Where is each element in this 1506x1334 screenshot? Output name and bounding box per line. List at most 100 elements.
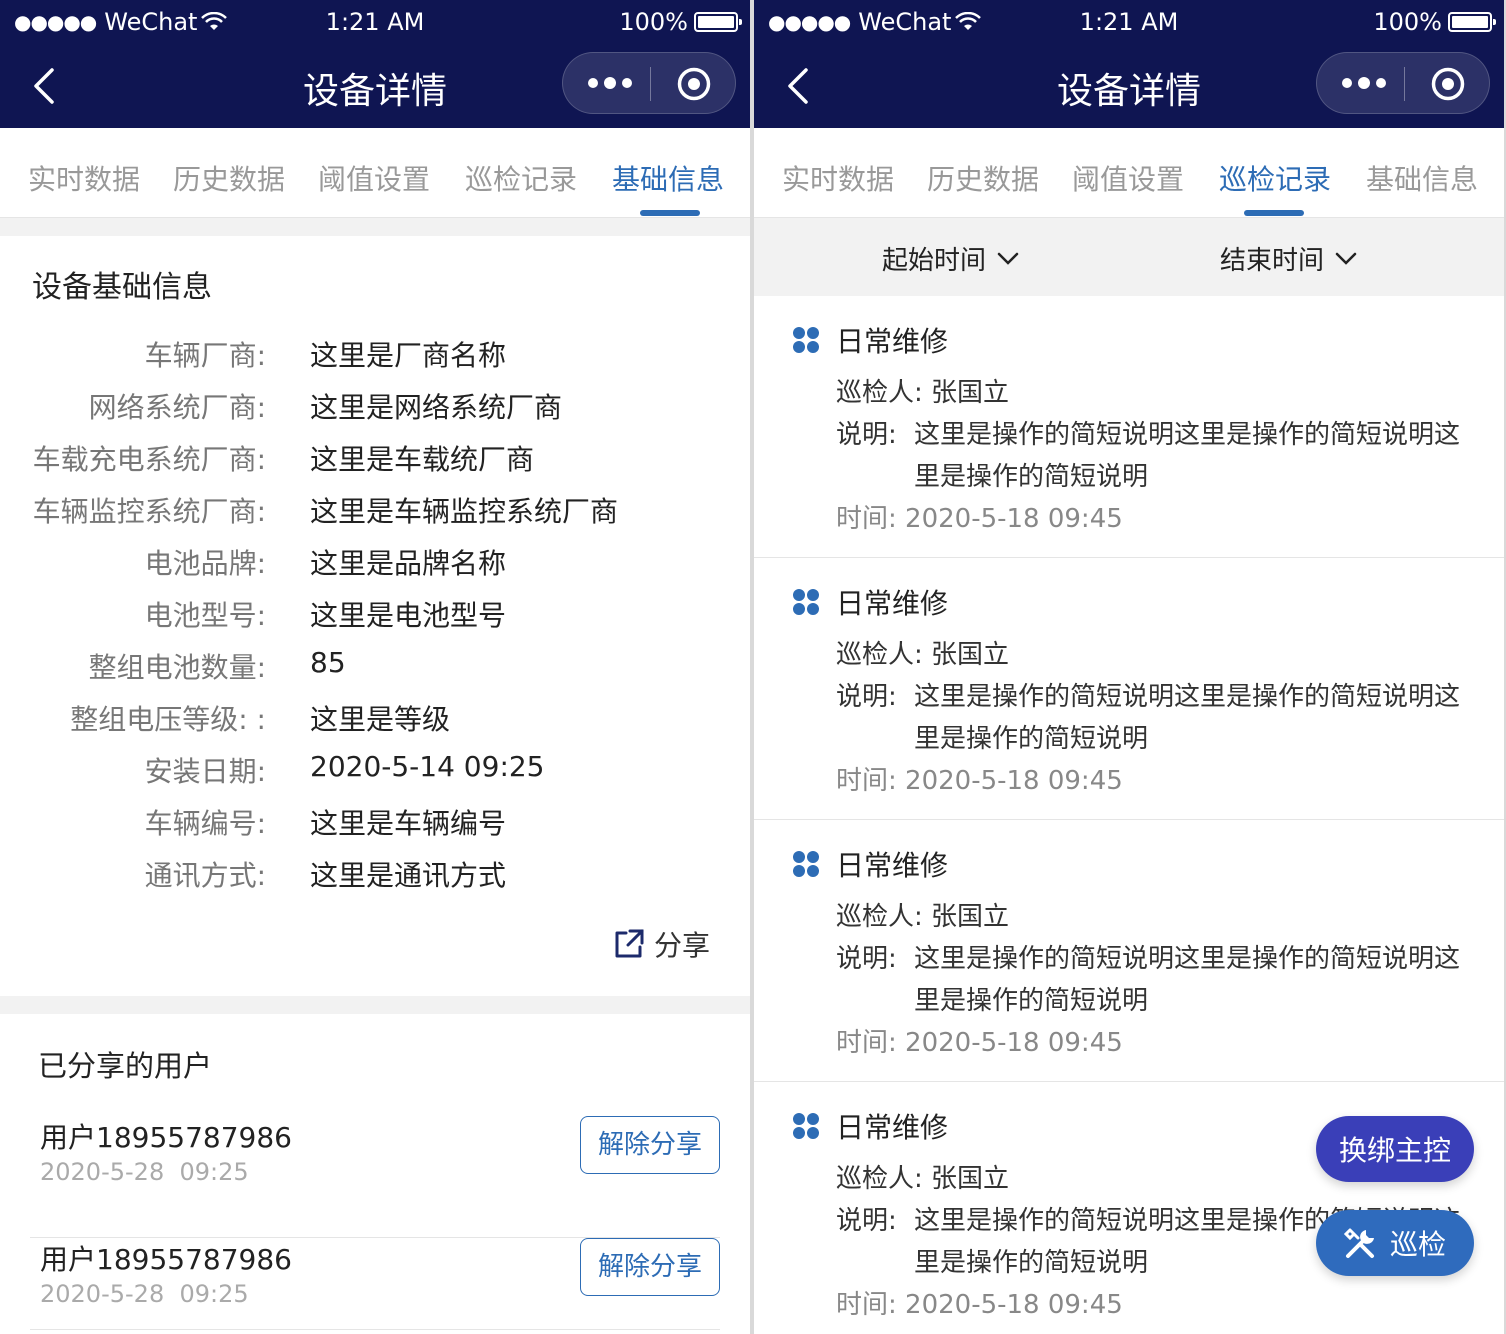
rebind-label: 换绑主控: [1338, 1134, 1451, 1167]
record-inspector: 巡检人: 张国立: [836, 378, 1010, 408]
info-label: 车辆编号:: [144, 807, 266, 840]
status-bar: ●●●●● WeChat 1:21 AM 100%: [754, 0, 1504, 44]
record-desc-label: 说明:: [836, 944, 897, 974]
tab-inspection[interactable]: 巡检记录: [465, 158, 577, 198]
unshare-button[interactable]: 解除分享: [580, 1116, 720, 1174]
tools-icon: [1343, 1228, 1374, 1258]
top-bar: ●●●●● WeChat 1:21 AM 100% 设备详情: [0, 0, 750, 128]
unshare-button[interactable]: 解除分享: [580, 1238, 720, 1296]
info-value: 85: [310, 646, 346, 679]
mini-program-capsule: [562, 52, 736, 114]
nav-bar: 设备详情: [0, 44, 750, 128]
grid-four-dots-icon: [793, 851, 819, 877]
info-value: 这里是品牌名称: [310, 547, 507, 580]
record-time: 时间: 2020-5-18 09:45: [836, 504, 1123, 534]
info-label: 车辆厂商:: [144, 339, 266, 372]
right-screen: ●●●●● WeChat 1:21 AM 100% 设备详情 实时数据 历史数据…: [754, 0, 1504, 1334]
grid-four-dots-icon: [793, 589, 819, 615]
active-tab-indicator: [640, 210, 700, 216]
inspection-record[interactable]: 日常维修 巡检人: 张国立 说明: 这里是操作的简短说明这里是操作的简短说明这里…: [754, 820, 1504, 1082]
info-row: 车辆编号: 这里是车辆编号: [0, 802, 750, 842]
record-title: 日常维修: [836, 325, 949, 358]
info-value: 这里是车辆编号: [310, 807, 507, 840]
share-button[interactable]: 分享: [612, 924, 710, 964]
record-desc: 这里是操作的简短说明这里是操作的简短说明这里是操作的简短说明: [914, 682, 1461, 754]
info-value: 这里是等级: [310, 703, 451, 736]
info-value: 这里是网络系统厂商: [310, 391, 563, 424]
grid-four-dots-icon: [793, 1113, 819, 1139]
tab-basic-info[interactable]: 基础信息: [1366, 158, 1478, 198]
record-time: 时间: 2020-5-18 09:45: [836, 766, 1123, 796]
record-time: 时间: 2020-5-18 09:45: [836, 1028, 1123, 1058]
record-desc: 这里是操作的简短说明这里是操作的简短说明这里是操作的简短说明: [914, 944, 1461, 1016]
rebind-controller-button[interactable]: 换绑主控: [1316, 1116, 1474, 1182]
time-filter-bar: 起始时间 结束时间: [754, 218, 1504, 296]
top-bar: ●●●●● WeChat 1:21 AM 100% 设备详情: [754, 0, 1504, 128]
battery-icon: [1448, 12, 1496, 32]
tab-bar: 实时数据 历史数据 阈值设置 巡检记录 基础信息: [754, 128, 1504, 218]
info-row: 通讯方式: 这里是通讯方式: [0, 854, 750, 894]
record-inspector: 巡检人: 张国立: [836, 902, 1010, 932]
more-dots-icon[interactable]: [585, 71, 635, 95]
info-value: 2020-5-14 09:25: [310, 750, 545, 783]
record-desc: 这里是操作的简短说明这里是操作的简短说明这里是操作的简短说明: [914, 420, 1461, 492]
start-time-filter[interactable]: 起始时间: [882, 240, 1020, 277]
shared-user-row: 用户18955787986 2020-5-28 09:25 解除分享: [30, 1116, 720, 1238]
info-value: 这里是通讯方式: [310, 859, 507, 892]
active-tab-indicator: [1244, 210, 1304, 216]
tab-threshold[interactable]: 阈值设置: [318, 158, 430, 198]
record-title: 日常维修: [836, 1111, 949, 1144]
battery-percent: 100%: [619, 8, 688, 36]
grid-four-dots-icon: [793, 327, 819, 353]
info-value: 这里是电池型号: [310, 599, 507, 632]
info-label: 电池品牌:: [144, 547, 266, 580]
info-row: 整组电压等级: : 这里是等级: [0, 698, 750, 738]
record-inspector: 巡检人: 张国立: [836, 640, 1010, 670]
patrol-label: 巡检: [1389, 1228, 1446, 1261]
close-circle-icon[interactable]: [677, 67, 711, 101]
tab-history[interactable]: 历史数据: [173, 158, 285, 198]
left-screen: ●●●●● WeChat 1:21 AM 100% 设备详情 实时数据 历史数据…: [0, 0, 750, 1334]
battery-percent: 100%: [1373, 8, 1442, 36]
mini-program-capsule: [1316, 52, 1490, 114]
shared-users-title: 已分享的用户: [38, 1049, 213, 1083]
chevron-down-icon: [997, 252, 1019, 265]
record-title: 日常维修: [836, 849, 949, 882]
chevron-down-icon: [1335, 252, 1357, 265]
nav-bar: 设备详情: [754, 44, 1504, 128]
tab-realtime[interactable]: 实时数据: [28, 158, 140, 198]
info-value: 这里是厂商名称: [310, 339, 507, 372]
record-desc-label: 说明:: [836, 1206, 897, 1236]
close-circle-icon[interactable]: [1431, 67, 1465, 101]
end-time-filter[interactable]: 结束时间: [1220, 240, 1358, 277]
status-bar: ●●●●● WeChat 1:21 AM 100%: [0, 0, 750, 44]
more-dots-icon[interactable]: [1339, 71, 1389, 95]
record-title: 日常维修: [836, 587, 949, 620]
user-name: 用户18955787986: [40, 1121, 292, 1154]
start-time-label: 起始时间: [882, 246, 987, 276]
info-label: 通讯方式:: [144, 859, 266, 892]
inspection-record[interactable]: 日常维修 巡检人: 张国立 说明: 这里是操作的简短说明这里是操作的简短说明这里…: [754, 296, 1504, 558]
info-row: 电池品牌: 这里是品牌名称: [0, 542, 750, 582]
end-time-label: 结束时间: [1220, 246, 1325, 276]
info-label: 安装日期:: [144, 755, 266, 788]
info-label: 整组电压等级: :: [70, 703, 266, 736]
tab-inspection[interactable]: 巡检记录: [1219, 158, 1331, 198]
record-time: 时间: 2020-5-18 09:45: [836, 1290, 1123, 1320]
info-value: 这里是车辆监控系统厂商: [310, 495, 619, 528]
info-row: 整组电池数量: 85: [0, 646, 750, 686]
info-label: 整组电池数量:: [88, 651, 266, 684]
info-label: 网络系统厂商:: [88, 391, 266, 424]
tab-history[interactable]: 历史数据: [927, 158, 1039, 198]
inspection-record[interactable]: 日常维修 巡检人: 张国立 说明: 这里是操作的简短说明这里是操作的简短说明这里…: [754, 558, 1504, 820]
info-row: 安装日期: 2020-5-14 09:25: [0, 750, 750, 790]
patrol-button[interactable]: 巡检: [1316, 1210, 1474, 1276]
info-label: 车辆监控系统厂商:: [32, 495, 266, 528]
info-label: 车载充电系统厂商:: [32, 443, 266, 476]
tab-realtime[interactable]: 实时数据: [782, 158, 894, 198]
tab-threshold[interactable]: 阈值设置: [1072, 158, 1184, 198]
info-label: 电池型号:: [144, 599, 266, 632]
tab-basic-info[interactable]: 基础信息: [612, 158, 724, 198]
record-desc-label: 说明:: [836, 682, 897, 712]
info-row: 网络系统厂商: 这里是网络系统厂商: [0, 386, 750, 426]
